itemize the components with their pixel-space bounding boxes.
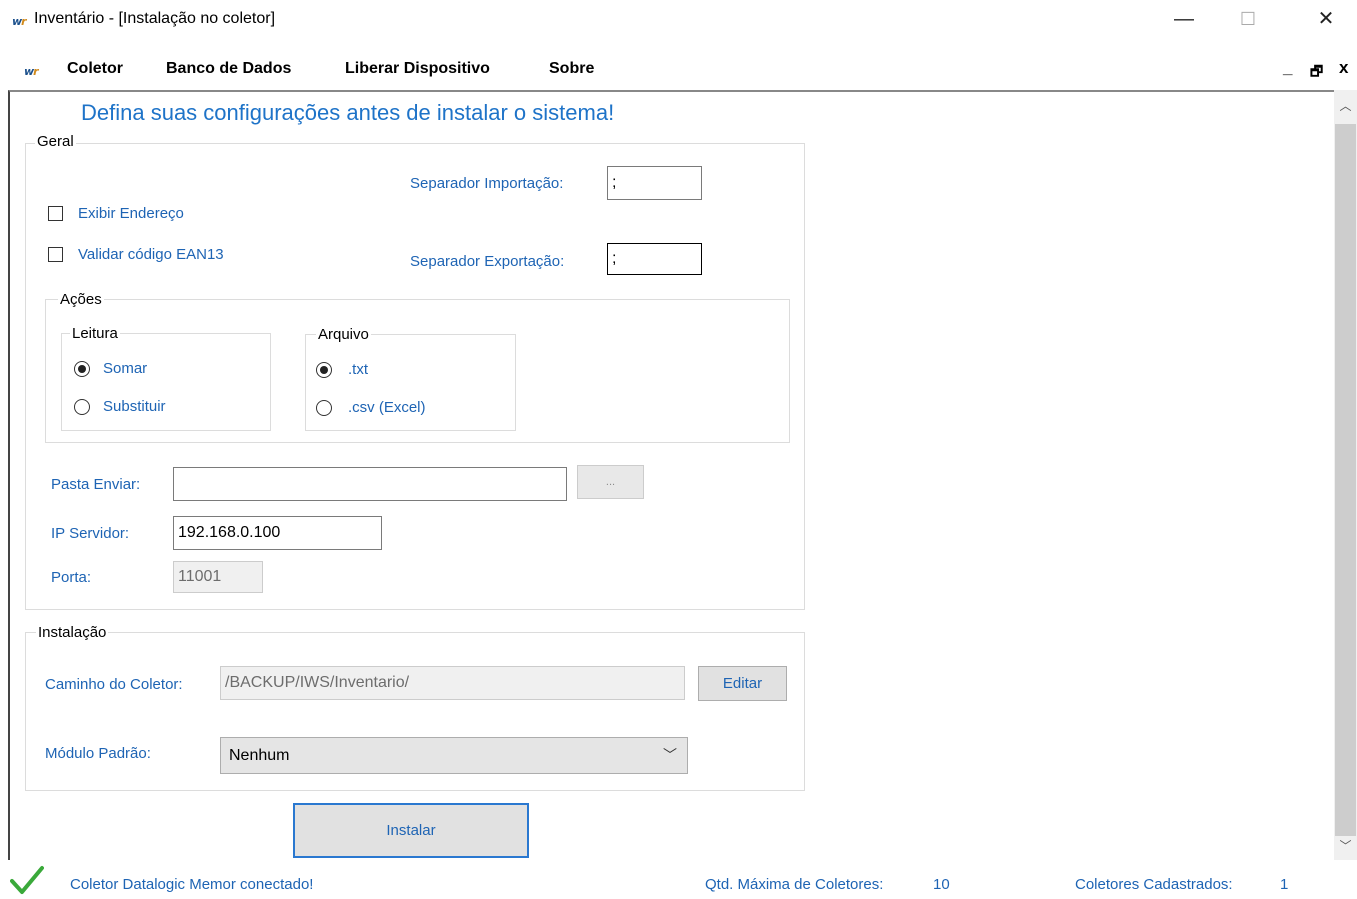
leitura-group: [61, 333, 271, 431]
scroll-up-icon[interactable]: ︿: [1334, 94, 1357, 118]
exibir-endereco-checkbox[interactable]: [48, 206, 63, 221]
status-message: Coletor Datalogic Memor conectado!: [70, 876, 314, 893]
ip-servidor-input[interactable]: [173, 516, 382, 550]
menu-banco-de-dados[interactable]: Banco de Dados: [166, 60, 291, 78]
validar-ean13-checkbox[interactable]: [48, 247, 63, 262]
separador-exportacao-label: Separador Exportação:: [410, 253, 565, 270]
menu-coletor[interactable]: Coletor: [67, 60, 123, 78]
leitura-legend: Leitura: [70, 325, 120, 342]
app-logo-icon: wr: [12, 15, 27, 28]
porta-label: Porta:: [51, 569, 92, 586]
pasta-enviar-label: Pasta Enviar:: [51, 476, 141, 493]
instalacao-legend: Instalação: [36, 624, 109, 641]
txt-label[interactable]: .txt: [348, 361, 368, 378]
somar-radio[interactable]: [74, 361, 90, 377]
separador-importacao-input[interactable]: [607, 166, 702, 200]
modulo-padrao-select[interactable]: Nenhum ﹀: [220, 737, 688, 774]
browse-folder-button[interactable]: ...: [577, 465, 644, 499]
arquivo-group: [305, 334, 516, 431]
caminho-coletor-input[interactable]: [220, 666, 685, 700]
separador-importacao-label: Separador Importação:: [410, 175, 564, 192]
close-button[interactable]: ✕: [1306, 6, 1346, 32]
geral-legend: Geral: [35, 133, 76, 150]
substituir-label[interactable]: Substituir: [103, 398, 166, 415]
porta-input[interactable]: [173, 561, 263, 593]
txt-radio[interactable]: [316, 362, 332, 378]
minimize-button[interactable]: —: [1164, 6, 1204, 32]
pasta-enviar-input[interactable]: [173, 467, 567, 501]
scroll-down-icon[interactable]: ﹀: [1334, 834, 1357, 858]
scrollbar-thumb[interactable]: [1335, 124, 1356, 836]
ip-servidor-label: IP Servidor:: [51, 525, 130, 542]
mdi-minimize-button[interactable]: _: [1283, 58, 1292, 78]
modulo-padrao-value: Nenhum: [229, 747, 290, 764]
exibir-endereco-label[interactable]: Exibir Endereço: [78, 205, 184, 222]
mdi-restore-button[interactable]: 🗗: [1310, 61, 1323, 85]
page-heading: Defina suas configurações antes de insta…: [81, 100, 615, 125]
caminho-coletor-label: Caminho do Coletor:: [45, 676, 183, 693]
mdi-close-button[interactable]: x: [1339, 58, 1348, 78]
editar-button[interactable]: Editar: [698, 666, 787, 701]
maximize-button[interactable]: ☐: [1228, 6, 1268, 32]
substituir-radio[interactable]: [74, 399, 90, 415]
menu-logo-icon: wr: [24, 65, 39, 78]
somar-label[interactable]: Somar: [103, 360, 147, 377]
acoes-legend: Ações: [58, 291, 104, 308]
title-bar: [0, 0, 1357, 56]
menu-sobre[interactable]: Sobre: [549, 60, 594, 78]
validar-ean13-label[interactable]: Validar código EAN13: [78, 246, 224, 263]
csv-label[interactable]: .csv (Excel): [348, 399, 426, 416]
arquivo-legend: Arquivo: [316, 326, 371, 343]
modulo-padrao-label: Módulo Padrão:: [45, 745, 151, 762]
csv-radio[interactable]: [316, 400, 332, 416]
check-icon: [10, 866, 44, 894]
menu-liberar-dispositivo[interactable]: Liberar Dispositivo: [345, 60, 490, 78]
coletores-cadastrados-value: 1: [1280, 876, 1289, 893]
chevron-down-icon: ﹀: [663, 747, 677, 763]
coletores-cadastrados-label: Coletores Cadastrados:: [1075, 876, 1233, 893]
window-title: Inventário - [Instalação no coletor]: [34, 10, 276, 27]
max-coletores-label: Qtd. Máxima de Coletores:: [705, 876, 884, 893]
instalar-button[interactable]: Instalar: [293, 803, 529, 858]
max-coletores-value: 10: [933, 876, 950, 893]
separador-exportacao-input[interactable]: [607, 243, 702, 275]
